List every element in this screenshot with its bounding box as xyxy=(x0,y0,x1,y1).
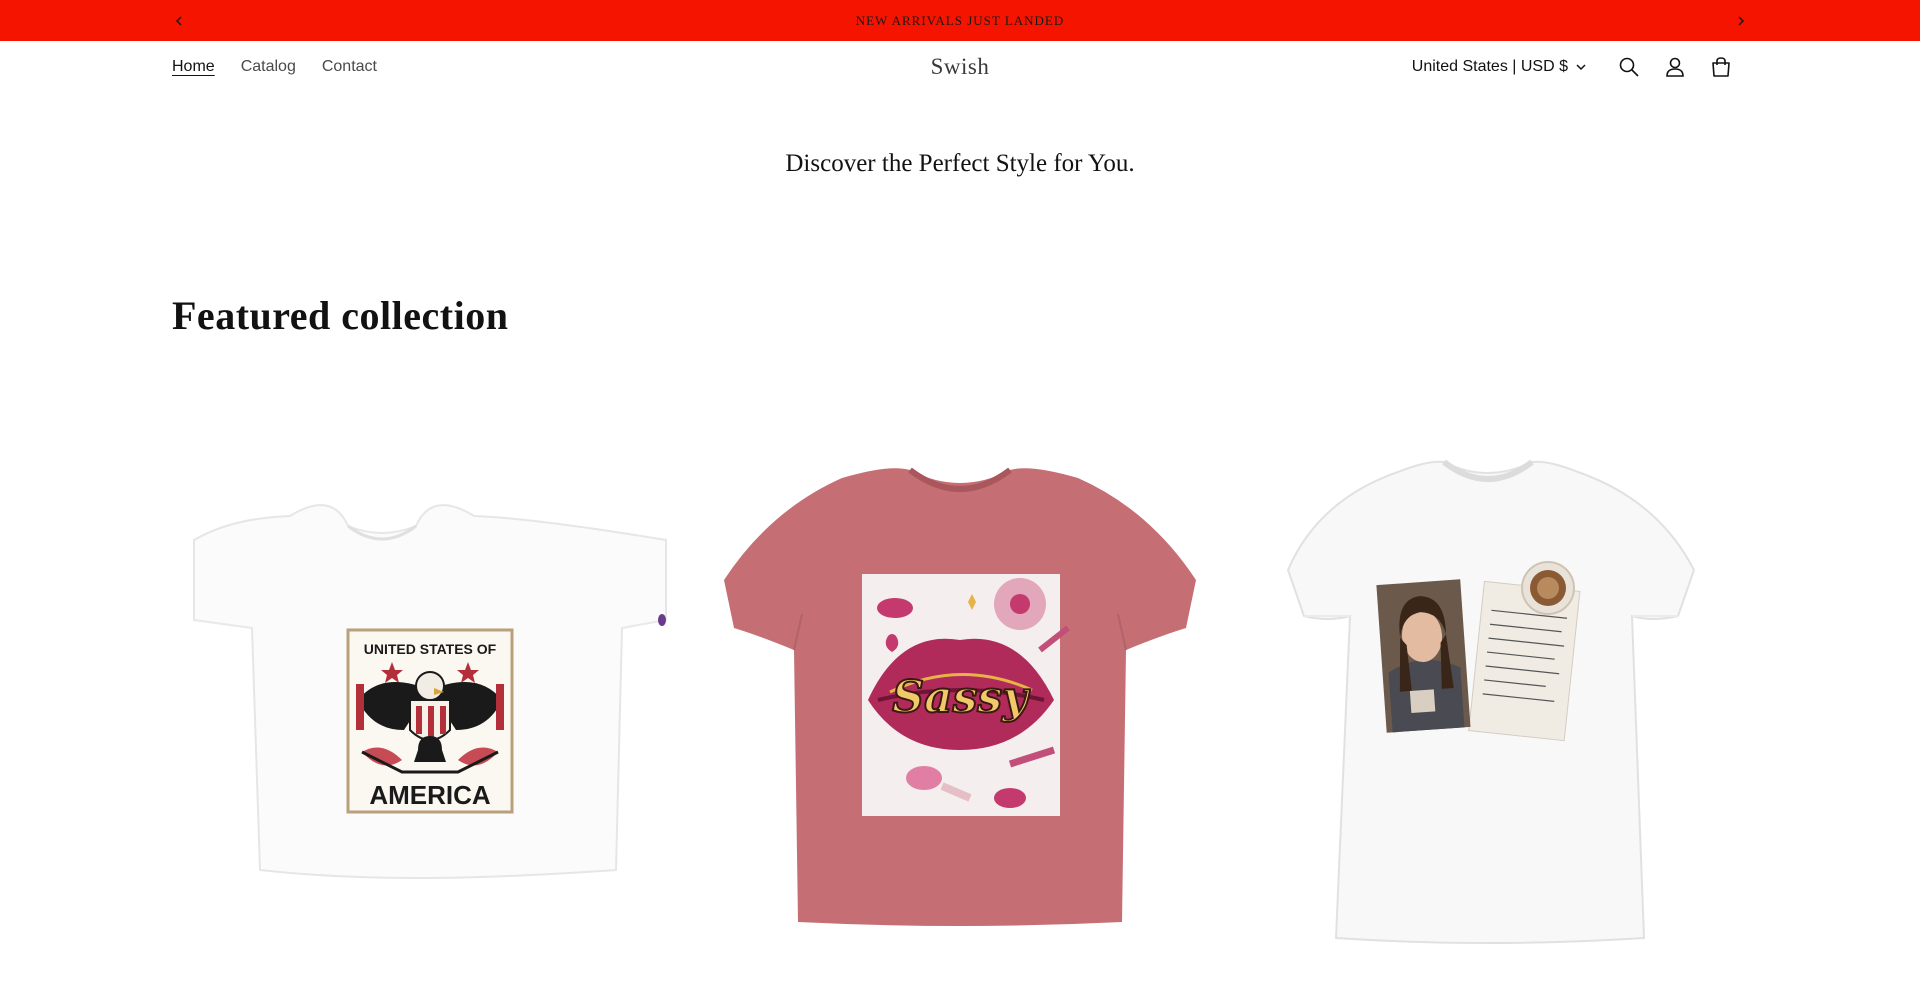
main-nav: Home Catalog Contact xyxy=(172,41,377,93)
design-text-top: UNITED STATES OF xyxy=(364,641,497,657)
product-card[interactable]: UNITED STATES OF AMERICA xyxy=(172,400,672,993)
chevron-down-icon xyxy=(1576,63,1586,70)
hero-tagline: Discover the Perfect Style for You. xyxy=(785,150,1135,177)
announcement-prev-button[interactable] xyxy=(166,8,192,34)
design-text: Sassy xyxy=(892,672,1031,723)
product-image: Sassy xyxy=(724,467,1196,926)
search-button[interactable] xyxy=(1606,45,1652,89)
cart-icon xyxy=(1712,57,1730,77)
account-button[interactable] xyxy=(1652,45,1698,89)
brand-logo[interactable]: Swish xyxy=(931,54,990,80)
search-icon xyxy=(1619,57,1639,77)
product-card[interactable] xyxy=(1248,400,1748,993)
site-header: Home Catalog Contact Swish United States… xyxy=(0,41,1920,93)
announcement-next-button[interactable] xyxy=(1728,8,1754,34)
product-image xyxy=(1286,459,1696,944)
design-text-bottom: AMERICA xyxy=(369,780,491,810)
chevron-left-icon xyxy=(175,16,182,26)
announcement-bar: NEW ARRIVALS JUST LANDED xyxy=(0,0,1920,41)
announcement-message[interactable]: NEW ARRIVALS JUST LANDED xyxy=(856,13,1065,29)
nav-home[interactable]: Home xyxy=(172,58,215,76)
country-selector[interactable]: United States | USD $ xyxy=(1412,58,1586,76)
account-icon xyxy=(1666,57,1684,77)
product-card[interactable]: Sassy xyxy=(710,400,1210,993)
country-selector-label: United States | USD $ xyxy=(1411,58,1568,75)
chevron-right-icon xyxy=(1738,16,1745,26)
featured-collection-title: Featured collection xyxy=(172,293,509,338)
header-actions: United States | USD $ xyxy=(1412,41,1744,93)
product-image: UNITED STATES OF AMERICA xyxy=(193,504,667,880)
cart-button[interactable] xyxy=(1698,45,1744,89)
nav-contact[interactable]: Contact xyxy=(322,58,377,76)
nav-catalog[interactable]: Catalog xyxy=(241,58,296,76)
